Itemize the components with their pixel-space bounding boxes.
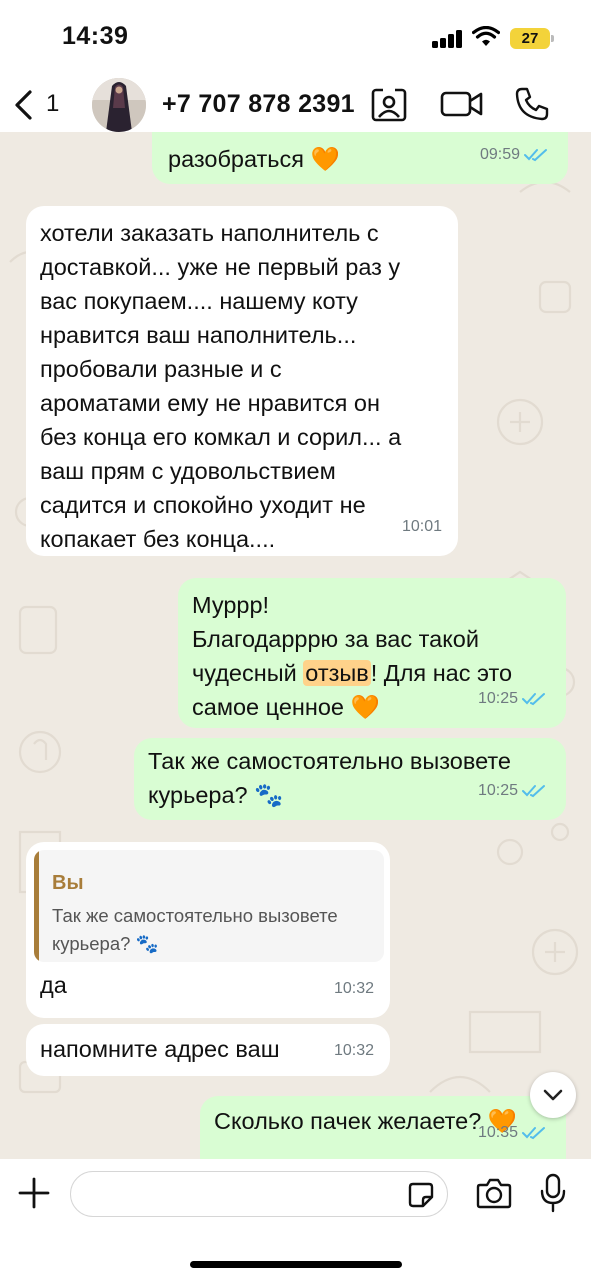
message-time: 10:25 [477, 782, 518, 799]
chat-area[interactable]: разобраться 🧡 09:59 хотели заказать напо… [0, 132, 591, 1159]
message-outgoing[interactable]: Муррр! Благодарррю за вас такой чудесный… [178, 578, 566, 728]
camera-icon[interactable] [476, 1177, 512, 1209]
message-incoming[interactable]: хотели заказать наполнитель с доставкой.… [26, 206, 458, 556]
message-outgoing[interactable]: Сколько пачек желаете? 🧡 10:35 [200, 1096, 566, 1159]
message-meta: 09:59 [480, 138, 548, 172]
contact-name[interactable]: +7 707 878 2391 [162, 90, 355, 119]
home-indicator [190, 1261, 402, 1268]
back-chevron-icon[interactable] [10, 88, 50, 122]
quoted-message[interactable]: Вы Так же самостоятельно вызовете курьер… [34, 850, 384, 962]
avatar-image [92, 78, 146, 132]
message-text: Сколько пачек желаете? 🧡 [214, 1108, 518, 1134]
message-meta: 10:32 [334, 1034, 374, 1068]
message-text: Муррр! Благодарррю за вас такой чудесный… [192, 588, 512, 724]
status-time: 14:39 [62, 22, 129, 50]
microphone-icon[interactable] [540, 1173, 566, 1213]
message-time: 10:25 [477, 690, 518, 707]
message-time: 10:35 [477, 1124, 518, 1141]
double-check-icon [524, 149, 547, 162]
message-incoming[interactable]: напомните адрес ваш 10:32 [26, 1024, 390, 1076]
message-time: 10:32 [333, 980, 374, 997]
double-check-icon [522, 1127, 545, 1140]
sticker-icon[interactable] [407, 1181, 435, 1209]
message-text: разобраться 🧡 [168, 146, 340, 172]
search-highlight: отзыв [303, 660, 371, 686]
double-check-icon [522, 785, 545, 798]
message-meta: 10:32 [334, 972, 374, 1006]
message-time: 10:32 [333, 1042, 374, 1059]
avatar[interactable] [92, 78, 146, 132]
message-input[interactable] [70, 1171, 448, 1217]
message-text: да [40, 972, 67, 998]
message-meta: 10:25 [478, 682, 546, 716]
unread-count[interactable]: 1 [46, 90, 59, 118]
message-time: 09:59 [479, 146, 520, 163]
video-call-icon[interactable] [440, 86, 484, 122]
chat-header: 1 +7 707 878 2391 [0, 78, 591, 132]
wifi-icon [472, 26, 500, 46]
cellular-signal-icon [432, 30, 464, 48]
message-incoming-reply[interactable]: Вы Так же самостоятельно вызовете курьер… [26, 842, 390, 1018]
status-bar: 14:39 27 [0, 0, 591, 78]
message-time: 10:01 [401, 518, 442, 535]
message-text: хотели заказать наполнитель с доставкой.… [40, 220, 402, 552]
input-bar [0, 1159, 591, 1280]
message-meta: 10:01 [402, 510, 442, 544]
plus-icon[interactable] [16, 1175, 52, 1211]
message-text: напомните адрес ваш [40, 1036, 280, 1062]
message-outgoing[interactable]: Так же самостоятельно вызовете курьера? … [134, 738, 566, 820]
quote-text: Так же самостоятельно вызовете курьера? … [52, 905, 338, 954]
message-meta: 10:25 [478, 774, 546, 808]
phone-icon[interactable] [514, 86, 550, 122]
message-meta: 10:35 [478, 1116, 546, 1150]
message-outgoing[interactable]: разобраться 🧡 09:59 [152, 132, 568, 184]
quote-author: Вы [52, 872, 84, 894]
contact-card-icon[interactable] [370, 86, 408, 124]
double-check-icon [522, 693, 545, 706]
chevron-down-icon [543, 1089, 563, 1101]
message-text: Так же самостоятельно вызовете курьера? … [148, 748, 511, 808]
scroll-down-button[interactable] [530, 1072, 576, 1118]
battery-indicator: 27 [510, 28, 554, 49]
